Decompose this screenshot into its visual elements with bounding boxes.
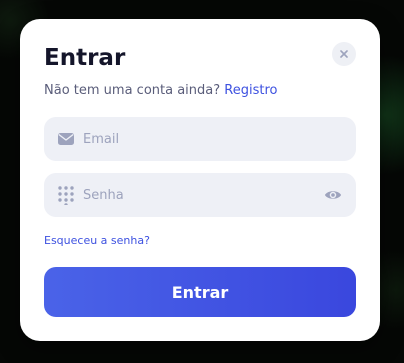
register-prompt-text: Não tem uma conta ainda? [44,83,221,98]
eye-icon[interactable] [324,186,342,204]
close-button[interactable] [332,42,356,66]
register-link[interactable]: Registro [224,83,277,98]
forgot-password-link[interactable]: Esqueceu a senha? [44,234,150,247]
envelope-icon [58,133,74,145]
password-input[interactable] [83,173,313,217]
modal-title: Entrar [44,45,126,71]
email-input[interactable] [83,117,313,161]
submit-button[interactable]: Entrar [44,267,356,317]
password-field[interactable] [44,173,356,217]
close-icon [340,50,348,58]
dial-pad-icon [58,186,74,205]
email-field[interactable] [44,117,356,161]
login-modal: Entrar Não tem uma conta ainda? Registro [20,19,380,341]
register-prompt: Não tem uma conta ainda? Registro [44,82,278,99]
